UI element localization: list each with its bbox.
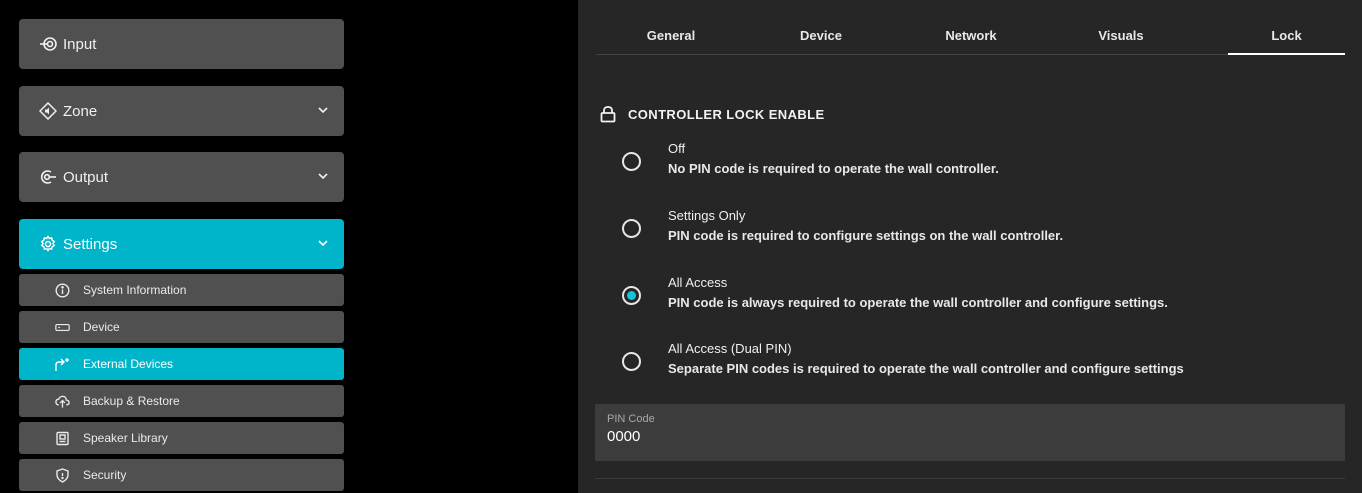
chevron-down-icon: [316, 169, 330, 183]
option-description: Separate PIN codes is required to operat…: [668, 361, 1184, 376]
divider: [595, 478, 1345, 479]
radio-button[interactable]: [622, 352, 641, 371]
sidebar-item-label: Backup & Restore: [83, 394, 180, 408]
output-icon: [39, 168, 57, 186]
pin-code-input[interactable]: [607, 428, 907, 445]
tab-visuals[interactable]: Visuals: [1046, 18, 1196, 54]
chevron-down-icon: [316, 236, 330, 250]
lock-icon: [600, 105, 616, 123]
nav-zone-label: Zone: [63, 102, 98, 120]
zone-icon: [39, 102, 57, 120]
lock-option-settings-only[interactable]: Settings Only PIN code is required to co…: [622, 208, 1322, 252]
nav-input-label: Input: [63, 35, 97, 53]
nav-settings-label: Settings: [63, 235, 118, 253]
lock-option-off[interactable]: Off No PIN code is required to operate t…: [622, 141, 1322, 185]
sidebar-item-security[interactable]: Security: [19, 459, 344, 491]
nav-output-label: Output: [63, 168, 109, 186]
section-title: CONTROLLER LOCK ENABLE: [600, 105, 825, 123]
sidebar-item-label: Security: [83, 468, 127, 482]
tab-general[interactable]: General: [596, 18, 746, 54]
lock-option-all-access[interactable]: All Access PIN code is always required t…: [622, 275, 1322, 319]
sidebar-item-system-information[interactable]: System Information: [19, 274, 344, 306]
tab-bar: General Device Network Visuals Lock: [596, 18, 1345, 55]
sidebar: Input Zone Output Settings System Inform…: [0, 0, 354, 493]
nav-output[interactable]: Output: [19, 152, 344, 202]
radio-button-selected[interactable]: [622, 286, 641, 305]
option-title: Off: [668, 141, 686, 156]
option-description: PIN code is required to configure settin…: [668, 228, 1064, 243]
radio-button[interactable]: [622, 219, 641, 238]
sidebar-item-backup-restore[interactable]: Backup & Restore: [19, 385, 344, 417]
option-description: PIN code is always required to operate t…: [668, 295, 1168, 310]
nav-settings[interactable]: Settings: [19, 219, 344, 269]
tab-network[interactable]: Network: [896, 18, 1046, 54]
tab-lock[interactable]: Lock: [1228, 18, 1345, 55]
radio-button[interactable]: [622, 152, 641, 171]
sidebar-item-speaker-library[interactable]: Speaker Library: [19, 422, 344, 454]
info-circle-icon: [55, 282, 70, 298]
input-icon: [39, 35, 57, 53]
option-title: All Access (Dual PIN): [668, 341, 792, 356]
tab-device[interactable]: Device: [746, 18, 896, 54]
option-description: No PIN code is required to operate the w…: [668, 161, 999, 176]
sidebar-item-label: System Information: [83, 283, 187, 297]
nav-input[interactable]: Input: [19, 19, 344, 69]
sidebar-item-label: Device: [83, 320, 120, 334]
section-title-text: CONTROLLER LOCK ENABLE: [628, 106, 825, 122]
nav-zone[interactable]: Zone: [19, 86, 344, 136]
cloud-upload-icon: [55, 394, 70, 409]
chevron-down-icon: [316, 103, 330, 117]
speaker-icon: [55, 431, 70, 446]
sidebar-item-device[interactable]: Device: [19, 311, 344, 343]
gear-icon: [39, 235, 57, 253]
lock-option-all-access-dual-pin[interactable]: All Access (Dual PIN) Separate PIN codes…: [622, 341, 1322, 385]
option-title: Settings Only: [668, 208, 746, 223]
device-icon: [55, 320, 70, 335]
pin-code-field[interactable]: PIN Code: [595, 404, 1345, 461]
radio-dot: [627, 291, 636, 300]
sidebar-item-label: Speaker Library: [83, 431, 168, 445]
option-title: All Access: [668, 275, 728, 290]
sidebar-item-external-devices[interactable]: External Devices: [19, 348, 344, 380]
settings-panel: General Device Network Visuals Lock CONT…: [578, 0, 1362, 493]
external-devices-icon: [55, 357, 70, 372]
pin-code-label: PIN Code: [607, 413, 655, 425]
sidebar-item-label: External Devices: [83, 357, 174, 371]
shield-icon: [55, 467, 70, 483]
